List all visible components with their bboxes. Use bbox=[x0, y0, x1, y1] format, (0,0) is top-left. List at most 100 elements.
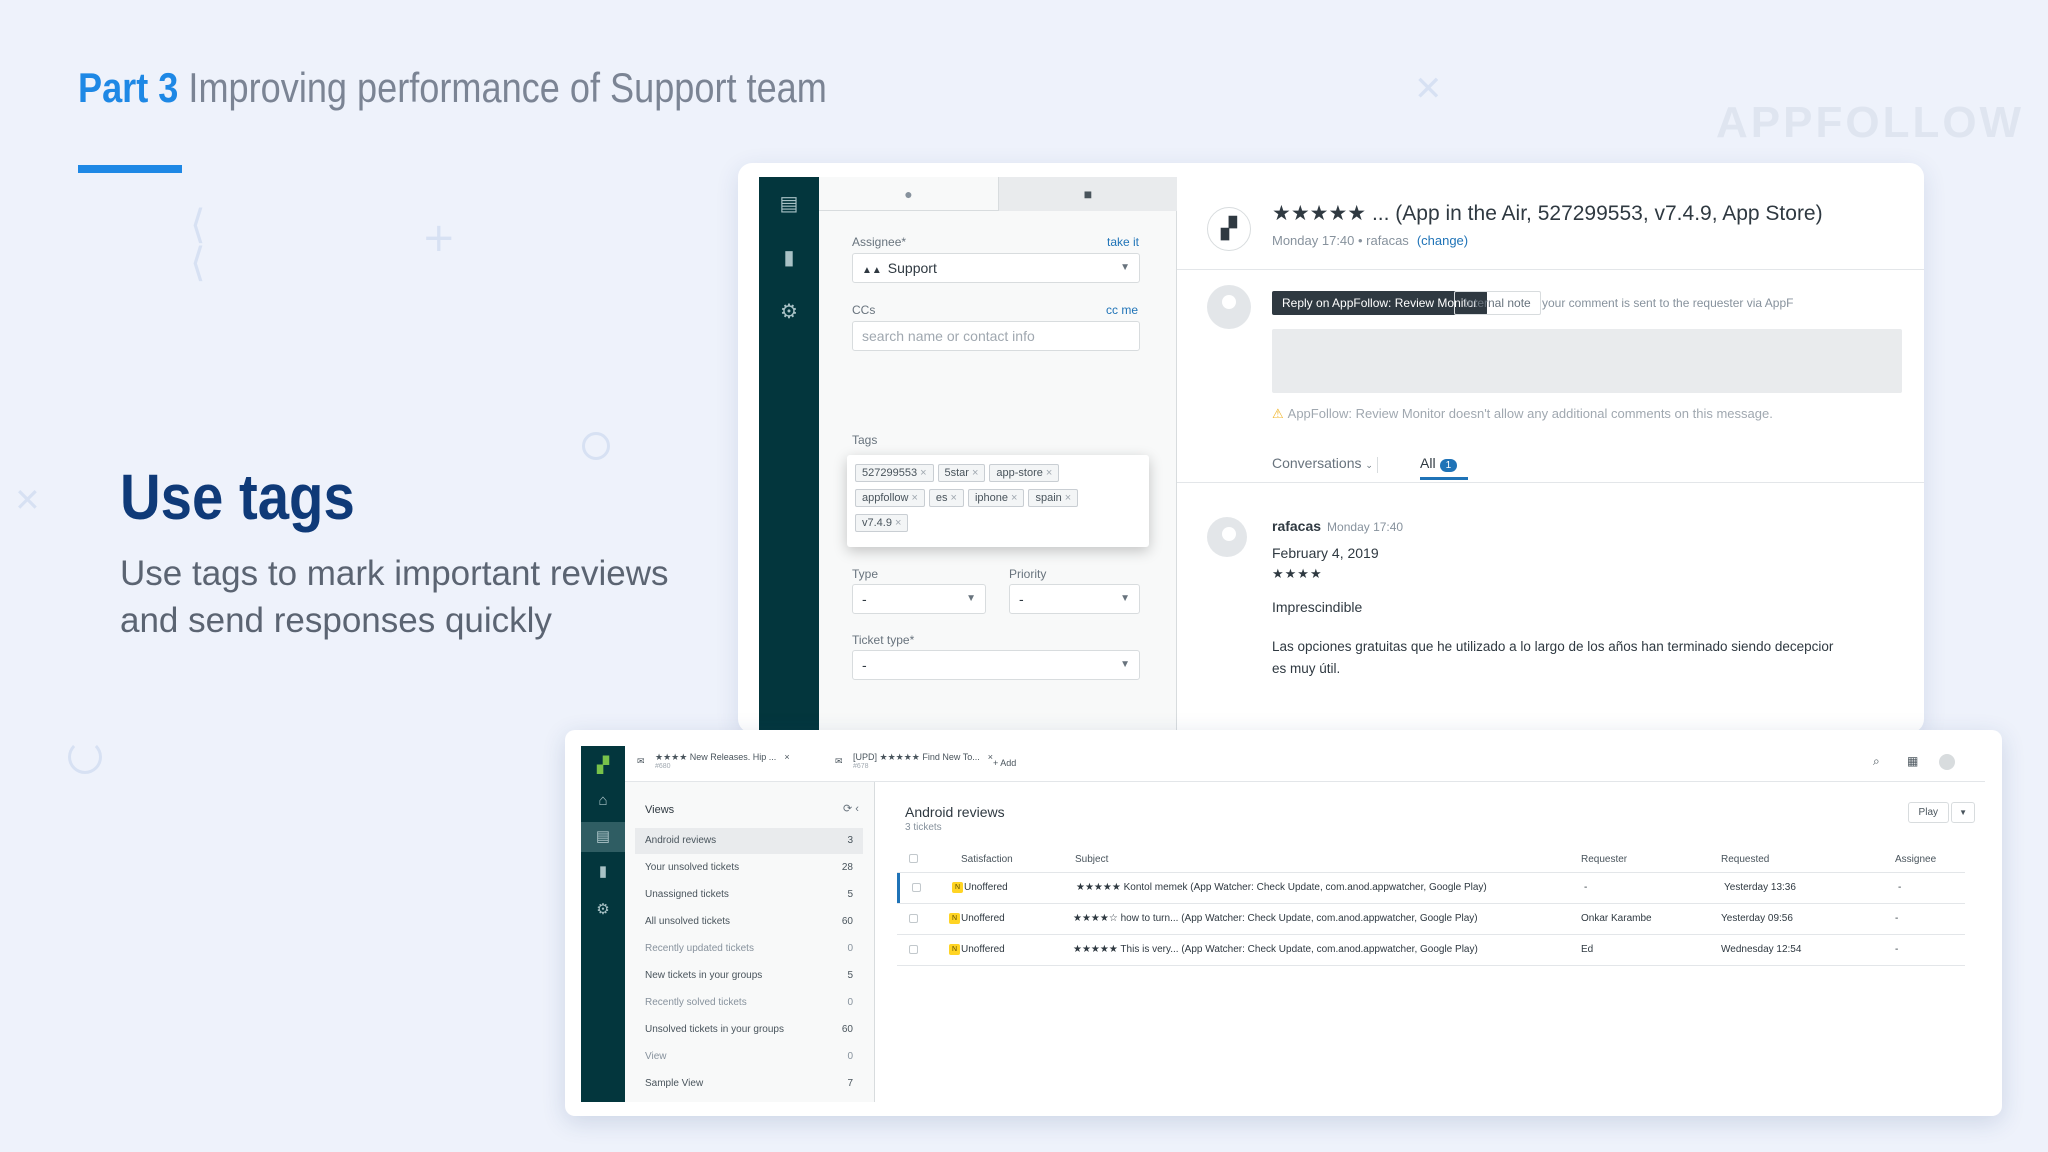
cc-me-link[interactable]: cc me bbox=[1106, 303, 1138, 317]
agent-avatar bbox=[1207, 285, 1251, 329]
appfollow-logo-icon: ▞ bbox=[1207, 207, 1251, 251]
reply-warning: ⚠ AppFollow: Review Monitor doesn't allow… bbox=[1272, 406, 1773, 421]
requester-avatar bbox=[1207, 517, 1247, 557]
column-header[interactable]: Subject bbox=[1075, 854, 1108, 865]
chevron-down-icon[interactable]: ▼ bbox=[1951, 802, 1975, 823]
assignee-select[interactable]: ▲▲ Support ▼ bbox=[852, 253, 1140, 283]
comment-author: rafacas Monday 17:40 bbox=[1272, 518, 1404, 534]
tag-chip[interactable]: appfollow × bbox=[855, 489, 925, 507]
type-select[interactable]: - ▼ bbox=[852, 584, 986, 614]
tickets-icon[interactable]: ▤ bbox=[759, 191, 819, 216]
mail-icon: ✉ bbox=[637, 756, 645, 766]
reply-hint: your comment is sent to the requester vi… bbox=[1542, 296, 1794, 310]
reporting-icon[interactable]: ▮ bbox=[759, 245, 819, 270]
view-item[interactable]: Unsolved tickets in your groups 60 bbox=[635, 1017, 863, 1043]
chevron-down-icon: ▼ bbox=[1120, 593, 1130, 604]
row-checkbox[interactable] bbox=[909, 945, 918, 954]
deco-arc-icon bbox=[68, 740, 102, 774]
view-item[interactable]: Unassigned tickets 5 bbox=[635, 882, 863, 908]
ccs-label: CCs bbox=[852, 303, 876, 317]
divider bbox=[1377, 457, 1378, 473]
take-it-link[interactable]: take it bbox=[1107, 235, 1139, 249]
slide-subtitle: Improving performance of Support team bbox=[188, 64, 827, 111]
table-row[interactable]: N Unoffered ★★★★★ This is very... (App W… bbox=[897, 935, 1965, 965]
deco-circle-icon bbox=[582, 432, 610, 460]
remove-tag-icon: × bbox=[1011, 492, 1018, 504]
chevron-down-icon: ▼ bbox=[1120, 659, 1130, 670]
status-badge: N bbox=[952, 882, 963, 893]
brand-watermark: APPFOLLOW bbox=[1716, 98, 2025, 147]
ticket-tab-icon[interactable]: ■ bbox=[998, 177, 1177, 211]
column-header[interactable]: Requester bbox=[1581, 854, 1627, 865]
tag-chip[interactable]: es × bbox=[928, 489, 964, 507]
remove-tag-icon: × bbox=[911, 492, 918, 504]
column-header[interactable]: Requested bbox=[1721, 854, 1769, 865]
views-header: Views bbox=[645, 804, 675, 816]
home-icon[interactable]: ⌂ bbox=[581, 792, 625, 809]
table-row[interactable]: N Unoffered ★★★★★ Kontol memek (App Watc… bbox=[897, 873, 1965, 903]
tab-active-indicator bbox=[1420, 477, 1468, 480]
play-button[interactable]: Play bbox=[1907, 802, 1949, 823]
tag-chip[interactable]: spain × bbox=[1028, 489, 1079, 507]
column-header[interactable]: Satisfaction bbox=[961, 854, 1013, 865]
assignee-value: Support bbox=[887, 260, 937, 276]
add-tab-button[interactable]: + Add bbox=[993, 758, 1016, 768]
ticket-title: ★★★★★ ... (App in the Air, 527299553, v7… bbox=[1272, 202, 1823, 225]
view-item[interactable]: View 0 bbox=[635, 1044, 863, 1070]
change-link[interactable]: (change) bbox=[1417, 233, 1468, 248]
remove-tag-icon: × bbox=[1064, 492, 1072, 504]
nav-rail: ▤ ▮ ⚙ bbox=[759, 177, 819, 733]
views-icon[interactable]: ▤ bbox=[581, 822, 625, 852]
select-all-checkbox[interactable] bbox=[909, 854, 918, 863]
tab-all[interactable]: All 1 bbox=[1420, 455, 1458, 472]
row-checkbox[interactable] bbox=[909, 914, 918, 923]
user-avatar[interactable] bbox=[1939, 754, 1955, 770]
ticket-list: Android reviews 3 tickets Play ▼ Satisfa… bbox=[875, 782, 1985, 1102]
ccs-input[interactable]: search name or contact info bbox=[852, 321, 1140, 351]
view-item[interactable]: All unsolved tickets 60 bbox=[635, 909, 863, 935]
view-item[interactable]: Sample View 7 bbox=[635, 1071, 863, 1097]
settings-gear-icon[interactable]: ⚙ bbox=[759, 299, 819, 324]
apps-grid-icon[interactable]: ▦ bbox=[1907, 754, 1918, 768]
reply-textarea[interactable] bbox=[1272, 329, 1902, 393]
tag-chip[interactable]: app-store × bbox=[989, 464, 1060, 482]
view-item[interactable]: Recently solved tickets 0 bbox=[635, 990, 863, 1016]
tag-chip[interactable]: iphone × bbox=[967, 489, 1025, 507]
ticket-type-select[interactable]: - ▼ bbox=[852, 650, 1140, 680]
list-count: 3 tickets bbox=[905, 822, 942, 833]
search-icon[interactable]: ⌕ bbox=[1873, 754, 1880, 769]
table-row[interactable]: N Unoffered ★★★★☆ how to turn... (App Wa… bbox=[897, 904, 1965, 934]
ticket-properties-panel: ● ■ Assignee* take it ▲▲ Support ▼ CCs cc… bbox=[819, 177, 1177, 733]
deco-squiggle-icon: ⟨ ⟨ bbox=[190, 202, 206, 286]
user-tab-icon[interactable]: ● bbox=[819, 177, 998, 211]
ticket-tab[interactable]: ✉ ★★★★ New Releases. Hip ... × #680 bbox=[637, 752, 790, 770]
priority-select[interactable]: - ▼ bbox=[1009, 584, 1140, 614]
settings-gear-icon[interactable]: ⚙ bbox=[581, 900, 625, 918]
views-sidebar: Views ⟳ ‹ Android reviews 3 Your unsolved… bbox=[625, 782, 875, 1102]
nav-rail: ▞ ⌂ ▤ ▮ ⚙ bbox=[581, 746, 625, 1102]
row-checkbox[interactable] bbox=[912, 883, 921, 892]
tags-field[interactable]: 527299553 × 5star × app-store × appfollow × es ×… bbox=[847, 455, 1149, 547]
chevron-down-icon: ▼ bbox=[966, 593, 976, 604]
ticket-tab[interactable]: ✉ [UPD] ★★★★★ Find New To... × #678 bbox=[835, 752, 993, 770]
conversations-filter[interactable]: Conversations ⌄ bbox=[1272, 455, 1373, 471]
ticket-subject[interactable]: ★★★★★ This is very... (App Watcher: Chec… bbox=[1073, 944, 1478, 955]
view-item[interactable]: Your unsolved tickets 28 bbox=[635, 855, 863, 881]
tag-chip[interactable]: v7.4.9 × bbox=[855, 514, 909, 532]
internal-note-button[interactable]: Internal note bbox=[1454, 291, 1541, 315]
desc-line-1: Use tags to mark important reviews bbox=[120, 554, 669, 593]
slide-description: Use tags to mark important reviews and s… bbox=[120, 550, 740, 644]
view-item[interactable]: Android reviews 3 bbox=[635, 828, 863, 854]
ticket-subject[interactable]: ★★★★★ Kontol memek (App Watcher: Check U… bbox=[1076, 882, 1487, 893]
view-item[interactable]: New tickets in your groups 5 bbox=[635, 963, 863, 989]
ticket-subject[interactable]: ★★★★☆ how to turn... (App Watcher: Check… bbox=[1073, 913, 1478, 924]
slide-header: Part 3 Improving performance of Support … bbox=[78, 64, 827, 112]
tag-chip[interactable]: 527299553 × bbox=[855, 464, 934, 482]
view-item[interactable]: Recently updated tickets 0 bbox=[635, 936, 863, 962]
tag-chip[interactable]: 5star × bbox=[937, 464, 986, 482]
ticket-type-label: Ticket type* bbox=[852, 633, 915, 647]
refresh-icon[interactable]: ⟳ ‹ bbox=[843, 802, 859, 815]
column-header[interactable]: Assignee bbox=[1895, 854, 1936, 865]
reporting-icon[interactable]: ▮ bbox=[581, 862, 625, 880]
slide-heading: Use tags bbox=[120, 461, 355, 533]
